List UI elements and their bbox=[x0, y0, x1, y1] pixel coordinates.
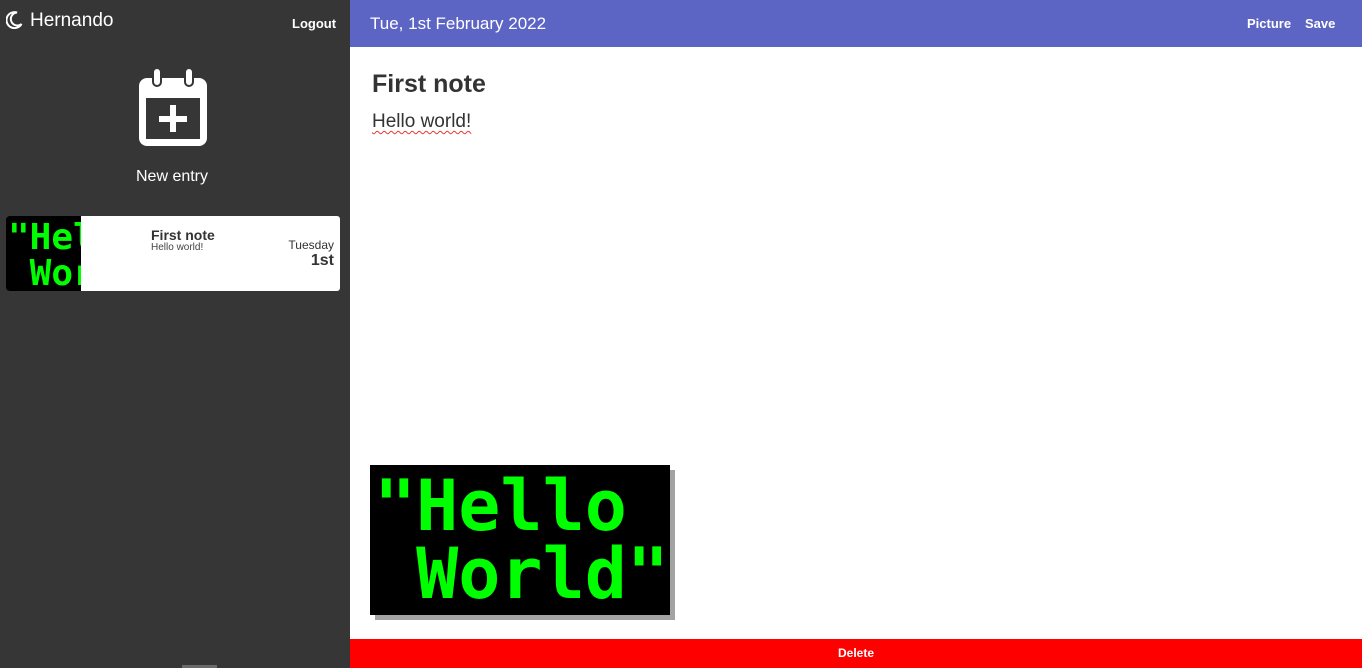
user-name: Hernando bbox=[30, 10, 114, 31]
entry-title: First note bbox=[151, 227, 215, 243]
note-title[interactable]: First note bbox=[372, 70, 486, 98]
sidebar-header: Hernando Logout bbox=[0, 0, 350, 46]
entry-thumbnail: "Hello World" bbox=[6, 216, 81, 291]
logout-button[interactable]: Logout bbox=[292, 16, 336, 32]
entry-date: 1st bbox=[310, 252, 334, 269]
entry-day: Tuesday bbox=[288, 238, 334, 252]
note-picture-line1: "Hello bbox=[374, 465, 627, 547]
save-button[interactable]: Save bbox=[1305, 16, 1335, 32]
moon-icon[interactable] bbox=[6, 11, 23, 29]
entry-thumbnail-line1: "Hello bbox=[8, 217, 81, 258]
note-picture-line2: World" bbox=[374, 533, 670, 615]
note-body[interactable]: Hello world! bbox=[372, 111, 471, 133]
new-entry-button[interactable]: New entry bbox=[112, 64, 232, 190]
calendar-plus-icon bbox=[139, 68, 207, 146]
entry-thumbnail-line2: World" bbox=[29, 253, 81, 292]
topbar: Tue, 1st February 2022 Picture Save bbox=[350, 0, 1362, 47]
current-date: Tue, 1st February 2022 bbox=[370, 14, 547, 33]
entry-preview: Hello world! bbox=[151, 242, 204, 253]
note-picture[interactable]: "Hello World" bbox=[370, 465, 670, 615]
sidebar: Hernando Logout New entry "Hello World" … bbox=[0, 0, 350, 668]
delete-button[interactable]: Delete bbox=[350, 639, 1362, 668]
picture-button[interactable]: Picture bbox=[1247, 16, 1291, 32]
new-entry-label: New entry bbox=[135, 168, 209, 185]
entry-card[interactable]: "Hello World" First note Hello world! Tu… bbox=[6, 216, 340, 291]
